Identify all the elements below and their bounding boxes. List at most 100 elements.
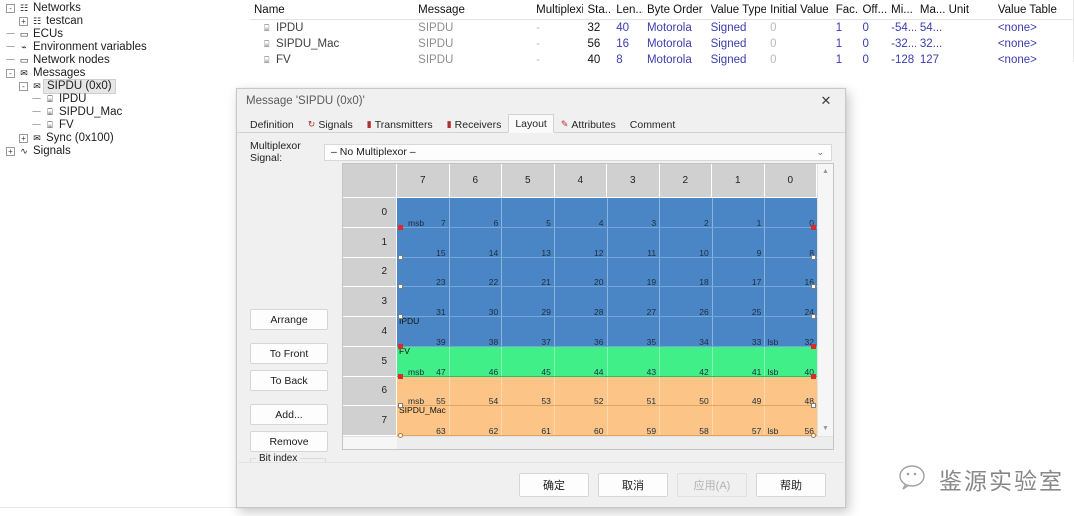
tab-signals[interactable]: ↻Signals (301, 115, 360, 133)
grid-cells[interactable]: 15141312111098 (397, 228, 817, 258)
grid-row[interactable]: 439383736353433lsb32IPDU (343, 317, 817, 347)
grid-bit-cell[interactable]: 12 (555, 228, 608, 258)
resize-handle[interactable] (811, 255, 816, 260)
grid-bit-cell[interactable]: 49 (713, 377, 766, 407)
tab-comment[interactable]: Comment (623, 115, 683, 133)
grid-cells[interactable]: 39383736353433lsb32IPDU (397, 317, 817, 347)
resize-handle[interactable] (398, 255, 403, 260)
grid-bit-cell[interactable]: 16 (765, 258, 817, 288)
tree-item[interactable]: ─⌁Environment variables (4, 41, 236, 54)
grid-cells[interactable]: 55msb54535251504948 (397, 377, 817, 407)
column-header[interactable]: Len... (612, 0, 643, 20)
grid-bit-cell[interactable]: 32 (765, 317, 817, 347)
column-header[interactable]: Ma... (916, 0, 945, 20)
tree-item[interactable]: ─⌸IPDU (4, 93, 236, 106)
grid-bit-cell[interactable]: 23 (397, 258, 450, 288)
column-header[interactable]: Unit (945, 0, 994, 20)
grid-bit-cell[interactable]: 35 (608, 317, 661, 347)
grid-bit-cell[interactable]: 18 (660, 258, 713, 288)
grid-row[interactable]: 22322212019181716 (343, 258, 817, 288)
resize-handle[interactable] (811, 403, 816, 408)
column-header[interactable]: Initial Value (766, 0, 832, 20)
grid-bit-cell[interactable]: 15 (397, 228, 450, 258)
dialog-tab-bar[interactable]: Definition↻Signals▮Transmitters▮Receiver… (237, 113, 845, 133)
help-button[interactable]: 帮助 (756, 473, 826, 497)
grid-row[interactable]: 115141312111098 (343, 228, 817, 258)
grid-cells[interactable]: 2322212019181716 (397, 258, 817, 288)
project-tree[interactable]: -☷Networks+☷testcan─▭ECUs─⌁Environment v… (0, 0, 236, 170)
message-properties-dialog[interactable]: Message 'SIPDU (0x0)' ✕ Definition↻Signa… (236, 88, 846, 508)
tree-item[interactable]: ─▭Network nodes (4, 54, 236, 67)
resize-handle[interactable] (811, 433, 816, 438)
signal-table-header[interactable]: NameMessageMultiplexi...Sta...Len...Byte… (250, 0, 1074, 20)
grid-bit-cell[interactable]: 42 (660, 347, 713, 377)
multiplexor-select[interactable]: – No Multiplexor – ⌄ (324, 144, 832, 161)
column-header[interactable]: Sta... (583, 0, 612, 20)
scroll-track[interactable] (818, 179, 833, 421)
grid-bit-cell[interactable]: 51 (608, 377, 661, 407)
grid-bit-cell[interactable]: 14 (450, 228, 503, 258)
grid-bit-cell[interactable]: 6 (450, 198, 503, 228)
grid-rows[interactable]: 07msb65432101151413121110982232221201918… (343, 198, 817, 436)
resize-handle[interactable] (811, 225, 816, 230)
tab-layout[interactable]: Layout (508, 114, 554, 133)
grid-bit-cell[interactable]: 62 (450, 406, 503, 436)
resize-handle[interactable] (811, 314, 816, 319)
grid-bit-cell[interactable]: 21 (502, 258, 555, 288)
grid-bit-cell[interactable]: 56 (765, 406, 817, 436)
grid-bit-cell[interactable]: 3 (608, 198, 661, 228)
column-header[interactable]: Value Type (707, 0, 767, 20)
grid-bit-cell[interactable]: 36 (555, 317, 608, 347)
resize-handle[interactable] (398, 314, 403, 319)
tree-item[interactable]: +✉Sync (0x100) (4, 132, 236, 145)
tree-twisty[interactable]: - (4, 2, 17, 15)
column-header[interactable]: Mi... (887, 0, 916, 20)
grid-bit-cell[interactable]: 25 (713, 287, 766, 317)
resize-handle[interactable] (811, 344, 816, 349)
grid-bit-cell[interactable]: 53 (502, 377, 555, 407)
grid-bit-cell[interactable]: 30 (450, 287, 503, 317)
grid-bit-cell[interactable]: 11 (608, 228, 661, 258)
grid-bit-cell[interactable]: 8 (765, 228, 817, 258)
tree-twisty[interactable]: - (17, 80, 30, 93)
grid-bit-cell[interactable]: 33lsb (713, 317, 766, 347)
grid-bit-cell[interactable]: 19 (608, 258, 661, 288)
grid-bit-cell[interactable]: 40 (765, 347, 817, 377)
grid-bit-cell[interactable]: 34 (660, 317, 713, 347)
tree-twisty[interactable]: + (17, 132, 30, 145)
grid-bit-cell[interactable]: 58 (660, 406, 713, 436)
table-row[interactable]: ⌸SIPDU_MacSIPDU-5616MotorolaSigned010-32… (250, 36, 1074, 52)
remove-button[interactable]: Remove (250, 431, 328, 452)
arrange-button[interactable]: Arrange (250, 309, 328, 330)
grid-bit-cell[interactable]: 20 (555, 258, 608, 288)
scroll-down-icon[interactable]: ▼ (818, 421, 833, 436)
tree-twisty[interactable]: + (17, 15, 30, 28)
column-header[interactable]: Multiplexi... (532, 0, 583, 20)
grid-bit-cell[interactable]: 22 (450, 258, 503, 288)
grid-bit-cell[interactable]: 2 (660, 198, 713, 228)
grid-bit-cell[interactable]: 4 (555, 198, 608, 228)
grid-cells[interactable]: 63626160595857lsb56SIPDU_Mac (397, 406, 817, 436)
hscroll-thumb[interactable] (397, 437, 833, 449)
resize-handle[interactable] (398, 344, 403, 349)
to-back-button[interactable]: To Back (250, 370, 328, 391)
grid-row[interactable]: 763626160595857lsb56SIPDU_Mac (343, 406, 817, 436)
grid-bit-cell[interactable]: 26 (660, 287, 713, 317)
resize-handle[interactable] (398, 225, 403, 230)
ok-button[interactable]: 确定 (519, 473, 589, 497)
grid-bit-cell[interactable]: 55msb (397, 377, 450, 407)
table-row[interactable]: ⌸FVSIPDU-408MotorolaSigned010-128127<non… (250, 52, 1074, 68)
signal-table-body[interactable]: ⌸IPDUSIPDU-3240MotorolaSigned010-54...54… (250, 20, 1074, 69)
column-header[interactable] (1060, 0, 1074, 20)
grid-row[interactable]: 07msb6543210 (343, 198, 817, 228)
grid-bit-cell[interactable]: 44 (555, 347, 608, 377)
tree-item[interactable]: +∿Signals (4, 145, 236, 158)
tree-item[interactable]: +☷testcan (4, 15, 236, 28)
tab-definition[interactable]: Definition (243, 115, 301, 133)
grid-row[interactable]: 547msb464544434241lsb40FV (343, 347, 817, 377)
column-header[interactable]: Fac... (832, 0, 859, 20)
grid-bit-cell[interactable]: 50 (660, 377, 713, 407)
scroll-up-icon[interactable]: ▲ (818, 164, 833, 179)
signal-table[interactable]: NameMessageMultiplexi...Sta...Len...Byte… (250, 0, 1074, 62)
grid-bit-cell[interactable]: 1 (713, 198, 766, 228)
